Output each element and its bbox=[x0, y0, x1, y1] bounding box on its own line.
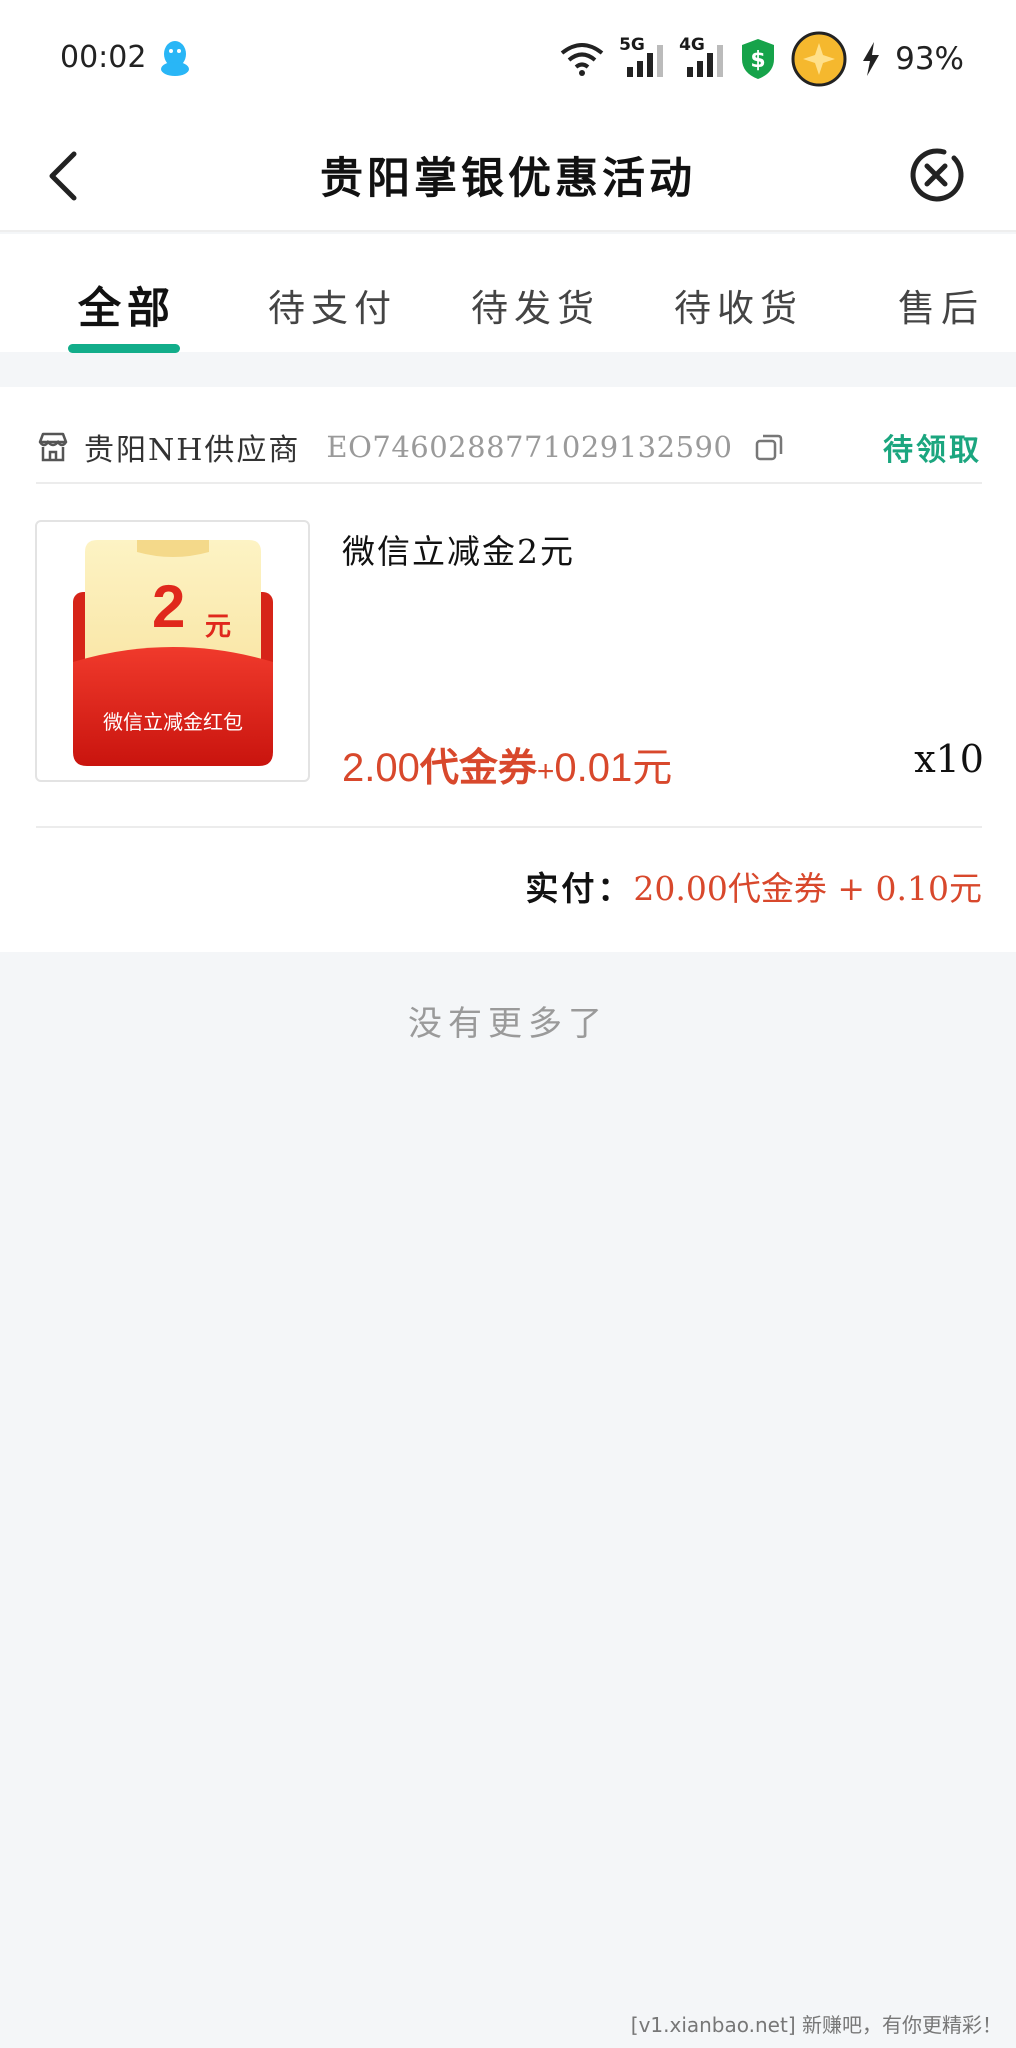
status-bar: 00:02 5G 4G $ 93% bbox=[0, 0, 1016, 116]
qq-penguin-icon bbox=[158, 38, 192, 78]
price-cash: 0.01元 bbox=[554, 746, 673, 790]
product-name: 微信立减金2元 bbox=[342, 532, 575, 571]
divider bbox=[36, 482, 982, 484]
divider bbox=[36, 826, 982, 828]
signal-4g-icon: 4G bbox=[679, 35, 725, 79]
coin-icon bbox=[791, 31, 847, 87]
price-voucher-amount: 2.00 bbox=[342, 746, 420, 790]
close-circle-icon bbox=[910, 148, 964, 202]
price-voucher-unit: 代金券 bbox=[419, 745, 537, 791]
product-thumbnail[interactable]: 2 元 微信立减金红包 bbox=[35, 520, 310, 782]
dollar-shield-icon: $ bbox=[739, 37, 777, 81]
active-tab-indicator bbox=[68, 344, 180, 353]
nav-bar: 贵阳掌银优惠活动 bbox=[0, 116, 1016, 232]
total-label: 实付： bbox=[525, 869, 634, 908]
order-number: EO7460288771029132590 bbox=[326, 430, 733, 464]
watermark-text: [v1.xianbao.net] 新赚吧，有你更精彩！ bbox=[630, 2013, 1002, 2037]
product-quantity: x10 bbox=[914, 737, 984, 781]
battery-level: 93% bbox=[895, 41, 964, 77]
product-price: 2.00代金券+0.01元 bbox=[342, 735, 672, 793]
tab-after-sales[interactable]: 售后 bbox=[898, 278, 984, 332]
wifi-icon bbox=[559, 41, 605, 77]
page-title: 贵阳掌银优惠活动 bbox=[320, 154, 696, 204]
store-icon bbox=[38, 432, 68, 462]
tab-pending-payment[interactable]: 待支付 bbox=[268, 278, 397, 332]
tab-pending-receipt[interactable]: 待收货 bbox=[674, 278, 803, 332]
copy-icon[interactable] bbox=[754, 432, 784, 462]
tab-all[interactable]: 全部 bbox=[78, 274, 176, 336]
thumb-amount: 2 bbox=[152, 573, 186, 640]
svg-text:$: $ bbox=[750, 48, 765, 73]
thumb-unit: 元 bbox=[205, 612, 232, 642]
price-plus: + bbox=[536, 755, 555, 788]
signal-5g-icon: 5G bbox=[619, 35, 665, 79]
total-value: 20.00代金券 + 0.10元 bbox=[633, 869, 982, 908]
red-envelope-image bbox=[73, 540, 273, 766]
no-more-text: 没有更多了 bbox=[408, 1004, 608, 1044]
tab-pending-shipment[interactable]: 待发货 bbox=[471, 278, 600, 332]
order-status: 待领取 bbox=[883, 433, 982, 468]
shop-row: 贵阳NH供应商 EO7460288771029132590 待领取 bbox=[36, 415, 982, 479]
close-button[interactable] bbox=[906, 144, 966, 204]
order-card[interactable]: 贵阳NH供应商 EO7460288771029132590 待领取 2 元 微信… bbox=[0, 387, 1016, 952]
charging-icon bbox=[861, 42, 881, 76]
total-row: 实付：20.00代金券 + 0.10元 bbox=[525, 862, 982, 910]
order-tabs: 全部 待支付 待发货 待收货 售后 bbox=[0, 234, 1016, 352]
shop-name: 贵阳NH供应商 bbox=[84, 433, 301, 468]
status-time: 00:02 bbox=[60, 40, 147, 75]
status-icons: 5G 4G $ 93% bbox=[559, 30, 964, 88]
thumb-caption: 微信立减金红包 bbox=[103, 710, 243, 734]
